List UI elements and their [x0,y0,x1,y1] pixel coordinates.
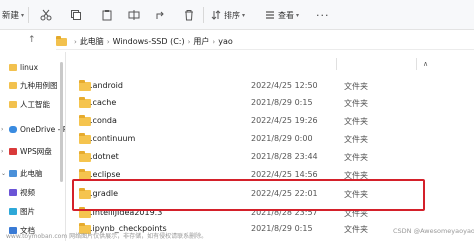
file-type: 文件夹 [344,117,368,126]
file-name: .cache [90,98,117,107]
delete-icon[interactable] [183,9,195,21]
command-bar: 新建 ▾ 排序 ▾ 查看 ▾ ··· [0,0,474,30]
breadcrumb-yao[interactable]: yao [218,37,233,46]
more-options-button[interactable]: ··· [316,0,330,30]
navigation-pane: linux 九种用例图 人工智能 › OneDrive - Pers › WPS… [0,52,66,241]
column-divider[interactable] [336,58,337,70]
file-type: 文件夹 [344,135,368,144]
sidebar-item-videos[interactable]: 视频 [0,185,35,199]
new-label: 新建 [2,11,20,21]
file-date: 2021/8/29 0:00 [251,134,313,143]
breadcrumb-this-pc[interactable]: 此电脑 [80,36,104,47]
file-date: 2021/8/29 0:15 [251,224,313,233]
file-name: .conda [90,116,117,125]
file-name: .continuum [90,134,136,143]
chevron-right-icon: › [212,37,216,46]
wps-cloud-icon [9,147,17,155]
sort-ascending-indicator[interactable]: ∧ [423,60,428,68]
view-icon [266,11,274,19]
view-button[interactable]: 查看 ▾ [265,0,299,30]
sort-icon [211,10,221,20]
sidebar-item-wps[interactable]: › WPS网盘 [0,144,52,158]
file-type: 文件夹 [344,225,368,234]
cut-icon[interactable] [40,9,52,21]
video-icon [9,188,17,196]
chevron-right-icon: › [74,37,77,46]
chevron-right-icon[interactable]: › [1,148,9,155]
cloud-icon [9,125,17,133]
chevron-right-icon: › [106,37,110,46]
sidebar-item-label: 图片 [20,206,35,216]
sidebar-item-label: 九种用例图 [20,80,58,90]
watermark-text: www.toymoban.com 网络图片仅供展示，非存储，如有侵权请联系删除。 [6,233,208,240]
sidebar-item-this-pc[interactable]: ⌄ 此电脑 [0,166,43,180]
view-label: 查看 [278,10,294,20]
sidebar-item-label: 视频 [20,187,35,197]
share-icon[interactable] [155,9,167,21]
chevron-right-icon: › [187,37,191,46]
sidebar-item-label: 人工智能 [20,99,50,109]
file-name: .dotnet [90,152,119,161]
file-type: 文件夹 [344,153,368,162]
file-type: 文件夹 [344,99,368,108]
folder-icon [9,100,17,108]
rename-icon[interactable] [128,9,140,21]
chevron-down-icon: ▾ [21,11,25,19]
csdn-watermark: CSDN @Awesomeyaoyao [393,227,474,235]
sidebar-item-linux[interactable]: linux [0,60,38,74]
sidebar-item-onedrive[interactable]: › OneDrive - Pers [0,122,65,136]
sidebar-item-label: WPS网盘 [20,146,52,156]
highlight-annotation-box [72,179,425,211]
sidebar-item-label: linux [20,62,39,72]
sort-button[interactable]: 排序 ▾ [211,0,245,30]
chevron-right-icon[interactable]: › [1,126,9,133]
sidebar-item-label: 此电脑 [20,168,43,178]
sidebar-item-pictures[interactable]: 图片 [0,204,35,218]
file-name: .android [90,81,123,90]
breadcrumb-drive[interactable]: Windows-SSD (C:) [113,37,185,46]
up-arrow-icon[interactable]: ↑ [28,35,36,45]
file-date: 2022/4/25 14:56 [251,170,318,179]
sidebar-item-use-case-diagrams[interactable]: 九种用例图 [0,78,58,92]
sidebar-item-ai[interactable]: 人工智能 [0,97,50,111]
address-bar[interactable]: › 此电脑 › Windows-SSD (C:) › 用户 › yao [56,34,474,50]
toolbar-divider [203,7,204,23]
chevron-down-icon: ▾ [296,11,300,19]
chevron-down-icon: ▾ [242,11,246,19]
toolbar-divider [28,7,29,23]
folder-icon [56,35,67,46]
file-type: 文件夹 [344,82,368,91]
folder-icon [9,81,17,89]
copy-icon[interactable] [70,9,82,21]
paste-icon[interactable] [101,9,113,21]
breadcrumb-users[interactable]: 用户 [193,36,209,47]
file-date: 2022/4/25 12:50 [251,81,318,90]
sort-label: 排序 [224,10,240,20]
computer-icon [9,169,17,177]
folder-icon [9,63,17,71]
sidebar-scrollbar[interactable] [60,62,63,182]
new-button[interactable]: 新建 ▾ [2,0,24,30]
file-date: 2021/8/28 23:44 [251,152,318,161]
file-date: 2022/4/25 19:26 [251,116,318,125]
chevron-down-icon[interactable]: ⌄ [1,170,9,177]
column-divider[interactable] [416,58,417,70]
file-name: .eclipse [90,170,121,179]
file-date: 2021/8/29 0:15 [251,98,313,107]
picture-icon [9,207,17,215]
